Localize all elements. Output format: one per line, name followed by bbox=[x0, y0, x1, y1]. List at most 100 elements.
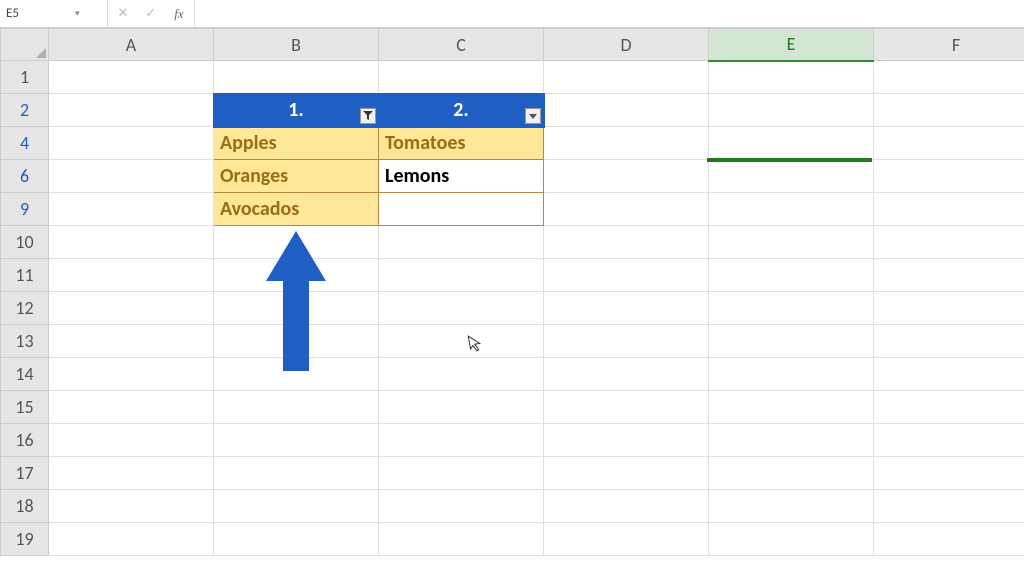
row-head-6[interactable]: 6 bbox=[1, 160, 49, 193]
spreadsheet-grid[interactable]: A B C D E F G 121.2.4ApplesTomatoes6Oran… bbox=[0, 28, 1024, 556]
cell-B6[interactable]: Oranges bbox=[214, 160, 379, 193]
name-box[interactable]: E5 ▾ bbox=[0, 0, 108, 27]
formula-input[interactable] bbox=[194, 0, 1024, 27]
cell-B18[interactable] bbox=[214, 490, 379, 523]
col-head-D[interactable]: D bbox=[544, 29, 709, 61]
cell-B1[interactable] bbox=[214, 61, 379, 94]
cell-D18[interactable] bbox=[544, 490, 709, 523]
row-head-1[interactable]: 1 bbox=[1, 61, 49, 94]
cell-A12[interactable] bbox=[49, 292, 214, 325]
cell-F2[interactable] bbox=[874, 94, 1024, 127]
col-head-C[interactable]: C bbox=[379, 29, 544, 61]
col-head-A[interactable]: A bbox=[49, 29, 214, 61]
cell-F4[interactable] bbox=[874, 127, 1024, 160]
row-head-2[interactable]: 2 bbox=[1, 94, 49, 127]
cell-F10[interactable] bbox=[874, 226, 1024, 259]
cell-D10[interactable] bbox=[544, 226, 709, 259]
cell-D19[interactable] bbox=[544, 523, 709, 556]
cell-A13[interactable] bbox=[49, 325, 214, 358]
cell-D2[interactable] bbox=[544, 94, 709, 127]
cell-B19[interactable] bbox=[214, 523, 379, 556]
cell-F17[interactable] bbox=[874, 457, 1024, 490]
cell-B4[interactable]: Apples bbox=[214, 127, 379, 160]
cell-C14[interactable] bbox=[379, 358, 544, 391]
cell-F15[interactable] bbox=[874, 391, 1024, 424]
cell-A9[interactable] bbox=[49, 193, 214, 226]
cell-B17[interactable] bbox=[214, 457, 379, 490]
cell-C4[interactable]: Tomatoes bbox=[379, 127, 544, 160]
cell-E19[interactable] bbox=[709, 523, 874, 556]
row-head-9[interactable]: 9 bbox=[1, 193, 49, 226]
cell-D13[interactable] bbox=[544, 325, 709, 358]
cell-E9[interactable] bbox=[709, 193, 874, 226]
cell-D1[interactable] bbox=[544, 61, 709, 94]
cell-B9[interactable]: Avocados bbox=[214, 193, 379, 226]
row-head-11[interactable]: 11 bbox=[1, 259, 49, 292]
cell-D17[interactable] bbox=[544, 457, 709, 490]
row-head-14[interactable]: 14 bbox=[1, 358, 49, 391]
cell-C9[interactable] bbox=[379, 193, 544, 226]
select-all-corner[interactable] bbox=[1, 29, 49, 61]
row-head-16[interactable]: 16 bbox=[1, 424, 49, 457]
name-box-dropdown-icon[interactable]: ▾ bbox=[54, 8, 102, 20]
cell-A6[interactable] bbox=[49, 160, 214, 193]
cell-E1[interactable] bbox=[709, 61, 874, 94]
cell-F12[interactable] bbox=[874, 292, 1024, 325]
cell-B15[interactable] bbox=[214, 391, 379, 424]
cell-E13[interactable] bbox=[709, 325, 874, 358]
cell-E11[interactable] bbox=[709, 259, 874, 292]
cell-F18[interactable] bbox=[874, 490, 1024, 523]
cell-E18[interactable] bbox=[709, 490, 874, 523]
cell-E4[interactable] bbox=[709, 127, 874, 160]
cell-F16[interactable] bbox=[874, 424, 1024, 457]
cell-D12[interactable] bbox=[544, 292, 709, 325]
cell-A18[interactable] bbox=[49, 490, 214, 523]
cell-C17[interactable] bbox=[379, 457, 544, 490]
cell-D6[interactable] bbox=[544, 160, 709, 193]
col-head-F[interactable]: F bbox=[874, 29, 1024, 61]
cell-C16[interactable] bbox=[379, 424, 544, 457]
cell-A15[interactable] bbox=[49, 391, 214, 424]
cell-D14[interactable] bbox=[544, 358, 709, 391]
cell-C11[interactable] bbox=[379, 259, 544, 292]
cell-F13[interactable] bbox=[874, 325, 1024, 358]
cell-D15[interactable] bbox=[544, 391, 709, 424]
cell-E17[interactable] bbox=[709, 457, 874, 490]
cell-D9[interactable] bbox=[544, 193, 709, 226]
row-head-15[interactable]: 15 bbox=[1, 391, 49, 424]
cell-F19[interactable] bbox=[874, 523, 1024, 556]
cell-A11[interactable] bbox=[49, 259, 214, 292]
fx-icon[interactable]: fx bbox=[170, 5, 188, 23]
cell-D11[interactable] bbox=[544, 259, 709, 292]
cell-B2[interactable]: 1. bbox=[214, 94, 379, 127]
cell-C1[interactable] bbox=[379, 61, 544, 94]
cell-E15[interactable] bbox=[709, 391, 874, 424]
filter-active-icon[interactable] bbox=[360, 108, 376, 124]
cell-C2[interactable]: 2. bbox=[379, 94, 544, 127]
cell-C6[interactable]: Lemons bbox=[379, 160, 544, 193]
cell-A17[interactable] bbox=[49, 457, 214, 490]
row-head-4[interactable]: 4 bbox=[1, 127, 49, 160]
cell-E12[interactable] bbox=[709, 292, 874, 325]
cell-E14[interactable] bbox=[709, 358, 874, 391]
col-head-B[interactable]: B bbox=[214, 29, 379, 61]
cell-A14[interactable] bbox=[49, 358, 214, 391]
cell-C15[interactable] bbox=[379, 391, 544, 424]
cell-C12[interactable] bbox=[379, 292, 544, 325]
cell-C13[interactable] bbox=[379, 325, 544, 358]
row-head-12[interactable]: 12 bbox=[1, 292, 49, 325]
cell-B16[interactable] bbox=[214, 424, 379, 457]
cell-C18[interactable] bbox=[379, 490, 544, 523]
cell-E10[interactable] bbox=[709, 226, 874, 259]
row-head-19[interactable]: 19 bbox=[1, 523, 49, 556]
row-head-18[interactable]: 18 bbox=[1, 490, 49, 523]
row-head-10[interactable]: 10 bbox=[1, 226, 49, 259]
cell-A2[interactable] bbox=[49, 94, 214, 127]
cell-D4[interactable] bbox=[544, 127, 709, 160]
filter-dropdown-icon[interactable] bbox=[525, 108, 541, 124]
cell-C19[interactable] bbox=[379, 523, 544, 556]
cell-E2[interactable] bbox=[709, 94, 874, 127]
row-head-17[interactable]: 17 bbox=[1, 457, 49, 490]
cell-F9[interactable] bbox=[874, 193, 1024, 226]
cell-F11[interactable] bbox=[874, 259, 1024, 292]
